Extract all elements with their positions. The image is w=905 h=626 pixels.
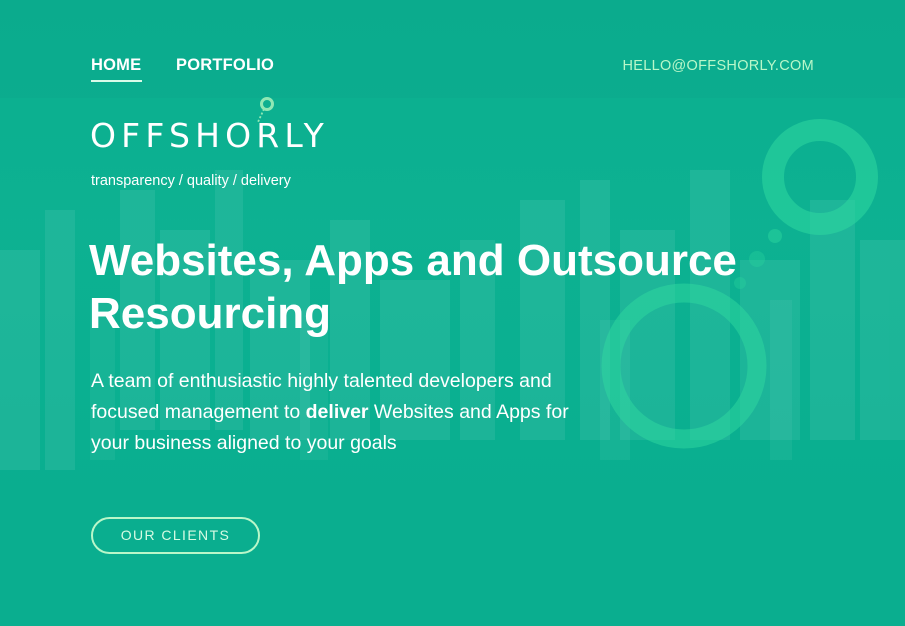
our-clients-button[interactable]: OUR CLIENTS [91,517,260,554]
hero-description: A team of enthusiastic highly talented d… [91,366,611,459]
offshorly-logo-text: OFFSHORLY [90,116,329,155]
brand-tagline: transparency / quality / delivery [91,173,291,189]
logo-connector-icon [257,97,274,123]
description-text-bold: deliver [305,401,369,423]
hero-headline: Websites, Apps and Outsource Resourcing [89,236,737,338]
hero-section: HOME PORTFOLIO HELLO@OFFSHORLY.COM OFFSH… [0,0,905,626]
